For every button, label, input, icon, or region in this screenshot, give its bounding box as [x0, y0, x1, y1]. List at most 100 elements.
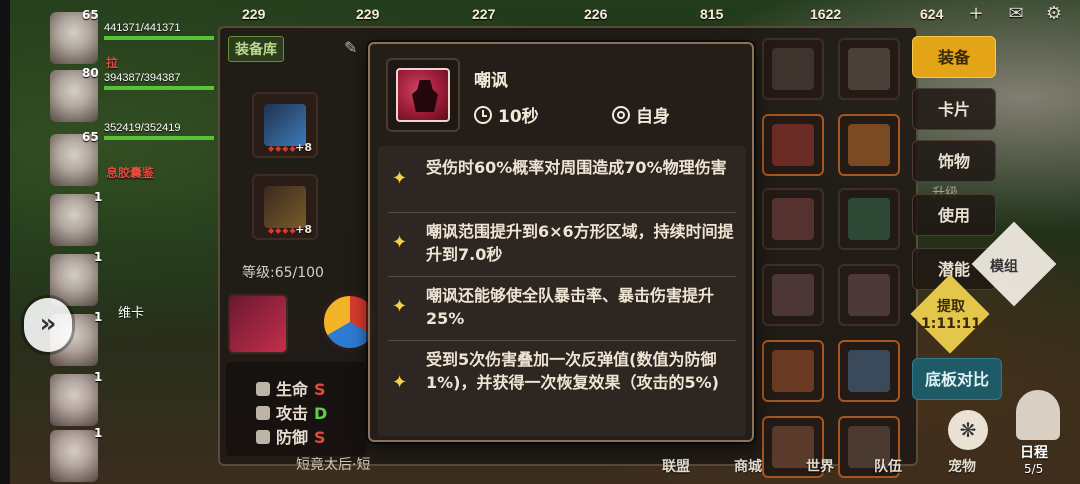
armor-slot[interactable]: ◆◆◆◆ +8	[252, 174, 318, 240]
hp-text: 394387/394387	[104, 72, 181, 84]
stat-row: 生命 S	[256, 376, 326, 400]
stat-label: 生命	[276, 380, 309, 399]
inventory-slot[interactable]	[762, 340, 824, 402]
hp-bar: 441371/441371	[104, 22, 214, 42]
inventory-slot[interactable]	[838, 340, 900, 402]
inventory-slot[interactable]	[762, 38, 824, 100]
nav-world[interactable]: 世界	[806, 456, 834, 476]
weapon-slot[interactable]: ◆◆◆◆ +8	[252, 92, 318, 158]
effect-text: 受到5次伤害叠加一次反弹值(数值为防御1%)，并获得一次恢复效果（攻击的5%)	[426, 350, 719, 392]
resource-count: 229	[242, 6, 266, 22]
shield-icon	[256, 430, 270, 444]
skill-effects: ✦ 受伤时60%概率对周围造成70%物理伤害 ✦ 嘲讽范围提升到6×6方形区域，…	[378, 146, 746, 436]
edit-icon[interactable]: ✎	[344, 38, 357, 57]
hp-text: 441371/441371	[104, 22, 181, 34]
heart-icon	[256, 382, 270, 396]
party-list: 65 441371/441371 80 拉 394387/394387 65 3…	[44, 0, 224, 484]
skill-target: 自身	[612, 102, 670, 127]
skill-cooldown: 10秒	[474, 102, 539, 127]
stat-row: 攻击 D	[256, 400, 327, 424]
compare-button[interactable]: 底板对比	[912, 358, 1002, 400]
divider	[388, 212, 736, 213]
stat-grade: D	[314, 404, 328, 423]
skill-name: 嘲讽	[474, 71, 508, 91]
party-member[interactable]: 1	[44, 426, 104, 484]
inventory-slot[interactable]	[838, 38, 900, 100]
nav-shop[interactable]: 商城	[734, 456, 762, 476]
armor-icon	[848, 274, 890, 316]
extract-timer: 1:11:11	[921, 316, 981, 332]
schedule-count: 5/5	[1024, 462, 1044, 476]
schedule-avatar[interactable]	[1016, 390, 1060, 440]
party-member[interactable]: 65	[44, 130, 104, 190]
tab-card[interactable]: 卡片	[912, 88, 996, 130]
skill-icon-frame	[386, 58, 460, 132]
effect-item: ✦ 嘲讽范围提升到6×6方形区域，持续时间提升到7.0秒	[378, 220, 746, 266]
effect-text: 嘲讽还能够使全队暴击率、暴击伤害提升25%	[426, 286, 715, 328]
effect-text: 受伤时60%概率对周围造成70%物理伤害	[426, 158, 727, 177]
rarity-dots: ◆◆◆◆	[268, 144, 297, 153]
armor-icon	[848, 124, 890, 166]
party-member[interactable]: 80	[44, 66, 104, 126]
ring-icon	[848, 350, 890, 392]
nav-pet[interactable]: 宠物	[948, 456, 976, 476]
effect-item: ✦ 受到5次伤害叠加一次反弹值(数值为防御1%)，并获得一次恢复效果（攻击的5%…	[378, 348, 746, 394]
extract-label: 提取	[937, 299, 965, 315]
hp-text: 352419/352419	[104, 122, 181, 134]
inventory-slot[interactable]	[762, 188, 824, 250]
sword-icon	[256, 406, 270, 420]
armor-icon	[772, 274, 814, 316]
chat-line: 短竟太后·短	[296, 457, 371, 473]
expand-party-button[interactable]: »	[24, 298, 72, 352]
inventory-slot[interactable]	[838, 188, 900, 250]
armor-icon	[772, 198, 814, 240]
gear-icon[interactable]: ⚙	[1042, 4, 1066, 24]
sparkle-icon: ✦	[392, 232, 408, 253]
inventory-slot[interactable]	[838, 264, 900, 326]
divider	[388, 340, 736, 341]
inventory-slot[interactable]	[838, 114, 900, 176]
nav-team[interactable]: 队伍	[874, 456, 902, 476]
resource-bar: 229 229 227 226 815 1622 624 + ✉ ⚙	[200, 0, 1080, 28]
taunt-skill-icon	[396, 68, 450, 122]
member-level: 1	[94, 370, 103, 384]
effect-text: 嘲讽范围提升到6×6方形区域，持续时间提升到7.0秒	[426, 222, 734, 264]
avatar	[50, 254, 98, 306]
sparkle-icon: ✦	[392, 296, 408, 317]
schedule-label: 日程	[1020, 445, 1048, 461]
member-level: 1	[94, 190, 103, 204]
inventory-slot[interactable]	[762, 264, 824, 326]
tab-accessory[interactable]: 饰物	[912, 140, 996, 182]
armor-icon	[772, 124, 814, 166]
stat-grade: S	[314, 380, 326, 399]
avatar	[50, 194, 98, 246]
resource-count: 226	[584, 6, 608, 22]
skill-slot[interactable]	[228, 294, 288, 354]
extract-button[interactable]: 提取 1:11:11	[912, 296, 990, 346]
inventory-slot[interactable]	[762, 114, 824, 176]
mail-icon[interactable]: ✉	[1004, 4, 1028, 24]
skill-tooltip: 嘲讽 10秒 自身 ✦ 受伤时60%概率对周围造成70%物理伤害 ✦ 嘲讽范围提…	[368, 42, 754, 442]
sword-icon	[772, 48, 814, 90]
resource-count: 624	[920, 6, 944, 22]
party-member[interactable]: 1	[44, 190, 104, 250]
equipment-level: 等级:65/100	[242, 265, 324, 281]
tab-equip[interactable]: 装备	[912, 36, 996, 78]
enhance-level: +8	[295, 223, 312, 236]
hp-bar: 394387/394387	[104, 72, 214, 92]
party-member[interactable]: 1	[44, 370, 104, 430]
party-member[interactable]: 65	[44, 8, 104, 68]
use-button[interactable]: 使用	[912, 194, 996, 236]
resource-count: 815	[700, 6, 724, 22]
stat-grade: S	[314, 428, 326, 447]
module-button[interactable]: 模组	[990, 256, 1018, 276]
plus-icon[interactable]: +	[964, 4, 988, 24]
nav-alliance[interactable]: 联盟	[662, 456, 690, 476]
enhance-level: +8	[295, 141, 312, 154]
avatar	[50, 430, 98, 482]
member-name: 拉	[106, 56, 119, 70]
armor-icon	[848, 198, 890, 240]
equipment-storage-tag[interactable]: 装备库	[228, 36, 284, 62]
member-level: 65	[82, 8, 99, 22]
paw-icon[interactable]: ❋	[948, 410, 988, 450]
